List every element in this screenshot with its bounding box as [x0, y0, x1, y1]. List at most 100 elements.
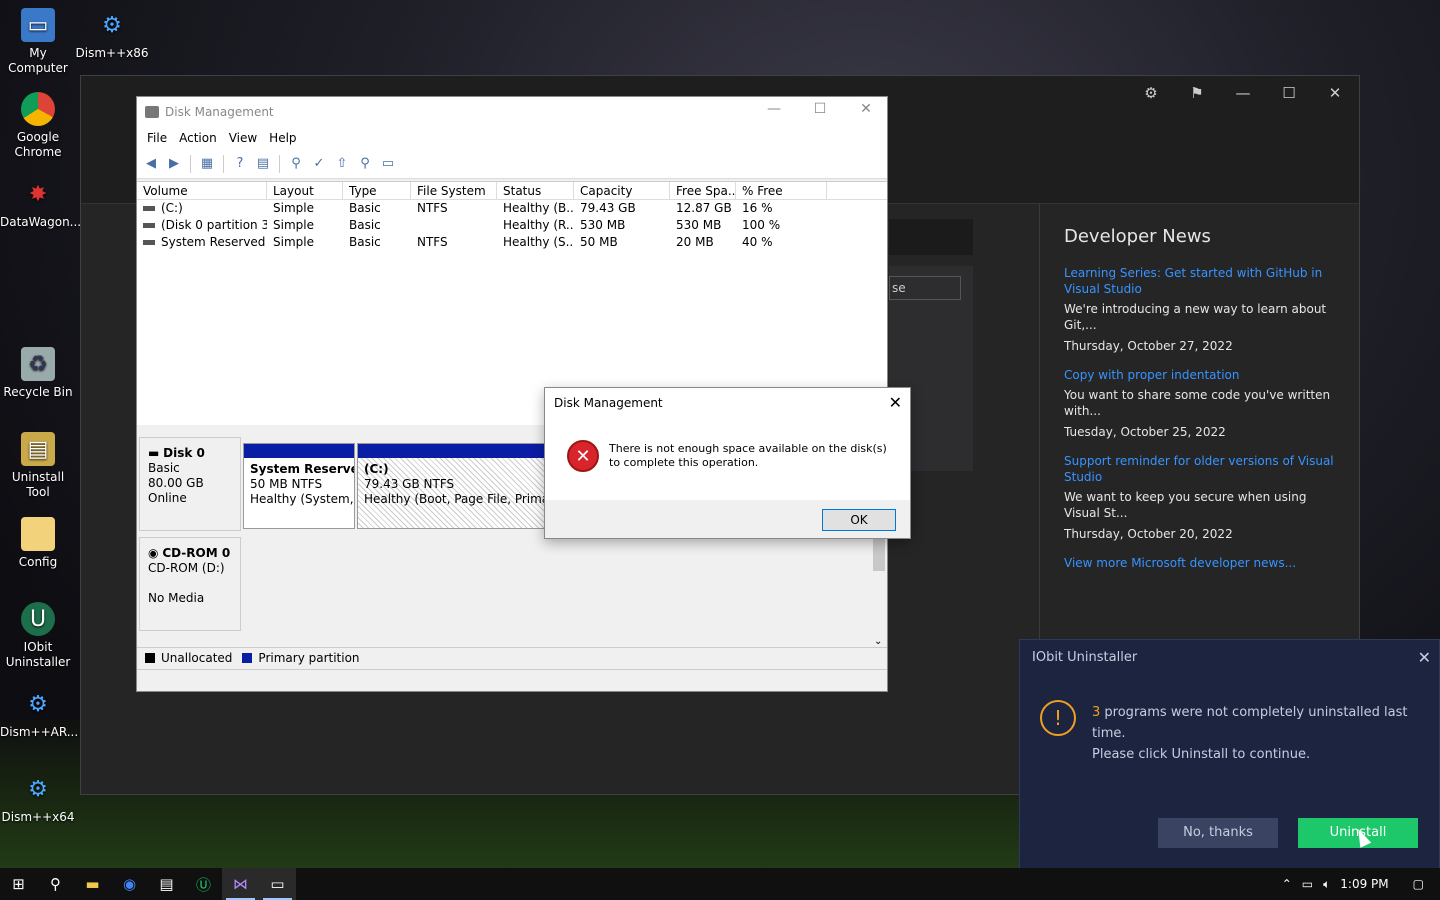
iobit-icon[interactable]: Ⓤ	[185, 868, 222, 900]
vs-search-input[interactable]: se	[889, 276, 961, 300]
forward-icon[interactable]: ▶	[164, 154, 184, 174]
desktop-icon-config[interactable]: Config	[0, 517, 76, 570]
toolbar-divider	[223, 154, 224, 173]
minimize-button[interactable]: —	[751, 101, 797, 117]
start-windows-icon[interactable]: ⊞	[0, 868, 37, 900]
dm-title: Disk Management	[165, 105, 274, 119]
desktop-icon-dism-x86[interactable]: ⚙ Dism++x86	[74, 8, 150, 61]
folder-icon	[21, 517, 55, 551]
scrollbar-thumb[interactable]	[873, 539, 885, 571]
computer-icon: ▭	[21, 8, 55, 42]
check-icon[interactable]: ✓	[309, 154, 329, 174]
col-type[interactable]: Type	[343, 182, 411, 199]
col-capacity[interactable]: Capacity	[574, 182, 670, 199]
news-link[interactable]: Support reminder for older versions of V…	[1064, 453, 1335, 485]
error-icon: ✕	[567, 440, 599, 472]
back-icon[interactable]: ◀	[141, 154, 161, 174]
col-percent-free[interactable]: % Free	[736, 182, 827, 199]
system-tray: ⌃ ▭ 🔈︎ 1:09 PM ▢	[1282, 868, 1440, 900]
news-link[interactable]: Copy with proper indentation	[1064, 367, 1335, 383]
close-button[interactable]: ✕	[843, 101, 889, 117]
chrome-icon[interactable]: ◉	[111, 868, 148, 900]
menu-view[interactable]: View	[223, 131, 263, 145]
scrollbar[interactable]: ⌄	[871, 535, 887, 647]
network-icon[interactable]: ▭	[1302, 877, 1313, 891]
news-desc: We want to keep you secure when using Vi…	[1064, 490, 1307, 520]
table-row[interactable]: (Disk 0 partition 3) Simple Basic Health…	[137, 217, 887, 234]
close-button[interactable]: ✕	[1315, 84, 1355, 102]
desktop-icon-dism-ar[interactable]: ⚙ Dism++AR...	[0, 687, 78, 740]
feedback-icon[interactable]: ⚑	[1177, 84, 1217, 102]
console-tree-icon[interactable]: ▦	[197, 154, 217, 174]
partition-c[interactable]: (C:) 79.43 GB NTFS Healthy (Boot, Page F…	[357, 443, 551, 529]
volume-icon[interactable]: 🔈︎	[1323, 877, 1330, 892]
col-file-system[interactable]: File System	[411, 182, 497, 199]
legend-swatch	[145, 652, 155, 663]
news-link[interactable]: Learning Series: Get started with GitHub…	[1064, 265, 1335, 297]
gears-icon: ⚙	[28, 776, 48, 802]
recycle-bin-icon: ♻	[21, 347, 55, 381]
maximize-button[interactable]: ☐	[797, 101, 843, 117]
chevron-up-icon[interactable]: ⌃	[1282, 877, 1292, 891]
menu-action[interactable]: Action	[173, 131, 223, 145]
news-date: Tuesday, October 25, 2022	[1064, 425, 1226, 439]
col-layout[interactable]: Layout	[267, 182, 343, 199]
settings-list-icon[interactable]: ▭	[378, 154, 398, 174]
vs-start-header	[889, 219, 973, 255]
news-desc: We're introducing a new way to learn abo…	[1064, 302, 1327, 332]
desktop-icon-dism-x64[interactable]: ⚙ Dism++x64	[0, 772, 76, 825]
maximize-button[interactable]: ☐	[1269, 84, 1309, 102]
no-thanks-button[interactable]: No, thanks	[1158, 818, 1278, 848]
dm-titlebar: Disk Management — ☐ ✕	[137, 97, 887, 127]
file-explorer-icon[interactable]: ▬	[74, 868, 111, 900]
close-icon[interactable]: ✕	[1418, 640, 1431, 676]
table-row[interactable]: System Reserved Simple Basic NTFS Health…	[137, 234, 887, 251]
table-row[interactable]: (C:) Simple Basic NTFS Healthy (B... 79.…	[137, 200, 887, 217]
error-message: There is not enough space available on t…	[609, 442, 887, 469]
desktop-icon-chrome[interactable]: Google Chrome	[0, 92, 76, 160]
news-item: Learning Series: Get started with GitHub…	[1064, 265, 1335, 353]
uninstall-tool-icon[interactable]: ▤	[148, 868, 185, 900]
news-desc: You want to share some code you've writt…	[1064, 388, 1331, 418]
drive-icon	[143, 223, 155, 228]
desktop-icon-iobit[interactable]: U IObit Uninstaller	[0, 602, 76, 670]
datawagon-icon: ✸	[28, 181, 48, 207]
menu-file[interactable]: File	[141, 131, 173, 145]
desktop-icon-datawagon[interactable]: ✸ DataWagon...	[0, 177, 81, 230]
menu-help[interactable]: Help	[263, 131, 302, 145]
disk-management-icon[interactable]: ▭	[259, 868, 296, 900]
minimize-button[interactable]: —	[1223, 84, 1263, 102]
gears-icon: ⚙	[28, 691, 48, 717]
status-bar	[137, 669, 887, 691]
chevron-down-icon[interactable]: ⌄	[874, 636, 882, 647]
news-date: Thursday, October 20, 2022	[1064, 527, 1233, 541]
ok-button[interactable]: OK	[822, 509, 896, 531]
disk0-label[interactable]: ▬ Disk 0 Basic 80.00 GB Online	[139, 437, 241, 531]
search-icon[interactable]: ⚲	[37, 868, 74, 900]
cdrom-label[interactable]: ◉ CD-ROM 0 CD-ROM (D:) No Media	[139, 537, 241, 631]
developer-news-title: Developer News	[1064, 226, 1211, 247]
clock[interactable]: 1:09 PM	[1340, 877, 1388, 891]
disk-icon: ▬	[148, 446, 160, 460]
up-icon[interactable]: ⇧	[332, 154, 352, 174]
help-icon[interactable]: ?	[230, 154, 250, 174]
legend: Unallocated Primary partition	[137, 647, 887, 667]
col-free-space[interactable]: Free Spa...	[670, 182, 736, 199]
iobit-icon: U	[21, 602, 55, 636]
notification-icon[interactable]: ▢	[1413, 877, 1424, 891]
desktop-icon-uninstall-tool[interactable]: ▤ Uninstall Tool	[0, 432, 76, 500]
settings-icon[interactable]: ⚙	[1131, 84, 1171, 102]
view-more-news-link[interactable]: View more Microsoft developer news...	[1064, 555, 1335, 571]
partition-system-reserved[interactable]: System Reserved 50 MB NTFS Healthy (Syst…	[243, 443, 355, 529]
desktop-icon-recycle-bin[interactable]: ♻ Recycle Bin	[0, 347, 76, 400]
close-icon[interactable]: ✕	[889, 388, 902, 418]
properties-icon[interactable]: ▤	[253, 154, 273, 174]
gears-icon: ⚙	[102, 12, 122, 38]
col-volume[interactable]: Volume	[137, 182, 267, 199]
visual-studio-icon[interactable]: ⋈	[222, 868, 259, 900]
connect-icon[interactable]: ⚲	[286, 154, 306, 174]
search-icon[interactable]: ⚲	[355, 154, 375, 174]
desktop-icon-my-computer[interactable]: ▭ My Computer	[0, 8, 76, 76]
toolbar-divider	[190, 154, 191, 173]
col-status[interactable]: Status	[497, 182, 574, 199]
